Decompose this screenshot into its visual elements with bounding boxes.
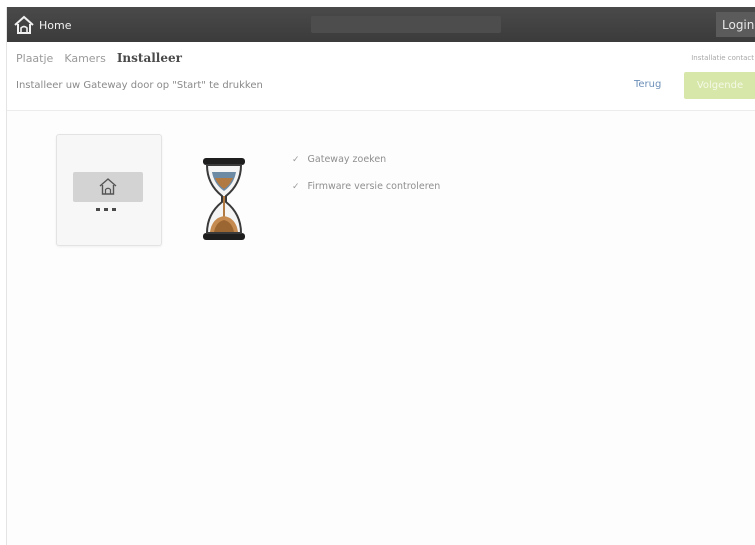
app-window: Home Login Plaatje Kamers Installeer Ins… — [6, 7, 755, 545]
login-button[interactable]: Login — [716, 12, 755, 37]
checklist-item: ✓ Gateway zoeken — [292, 146, 440, 173]
top-bar: Home Login — [7, 7, 755, 42]
topbar-title-area — [311, 16, 501, 33]
instruction-text: Installeer uw Gateway door op "Start" te… — [16, 80, 263, 91]
checklist-label: Firmware versie controleren — [307, 181, 441, 192]
gateway-status-leds — [96, 208, 116, 211]
back-button[interactable]: Terug — [634, 79, 661, 90]
next-button[interactable]: Volgende — [684, 72, 755, 99]
support-link[interactable]: Installatie contact — [691, 54, 754, 62]
gateway-device-icon — [73, 172, 143, 202]
checklist-label: Gateway zoeken — [307, 154, 387, 165]
tab-plaatje[interactable]: Plaatje — [16, 52, 53, 65]
tab-bar: Plaatje Kamers Installeer — [16, 51, 182, 65]
home-icon — [14, 15, 34, 34]
home-button[interactable]: Home — [13, 12, 71, 38]
tab-installeer[interactable]: Installeer — [117, 51, 182, 65]
home-label: Home — [39, 18, 72, 32]
check-icon: ✓ — [292, 181, 300, 192]
tab-kamers[interactable]: Kamers — [64, 52, 106, 65]
check-icon: ✓ — [292, 154, 300, 165]
hourglass-icon — [203, 158, 245, 240]
checklist-item: ✓ Firmware versie controleren — [292, 173, 440, 200]
progress-checklist: ✓ Gateway zoeken ✓ Firmware versie contr… — [292, 146, 440, 200]
gateway-card — [56, 134, 162, 246]
gateway-home-icon — [99, 178, 117, 195]
sub-header: Plaatje Kamers Installeer Installatie co… — [7, 42, 755, 111]
